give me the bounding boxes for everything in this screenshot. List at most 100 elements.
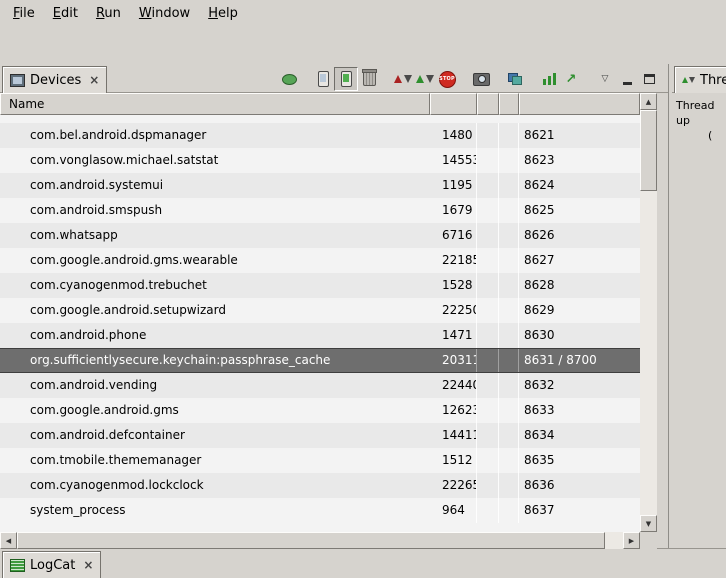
ddms-window: FileEditRunWindowHelp Devices × STOP ↗ ▽ N… [0, 0, 726, 577]
process-table: Name com.bel.android.dspmanager14808621c… [0, 93, 668, 549]
menu-help[interactable]: Help [199, 2, 247, 25]
col-spacer [477, 473, 499, 498]
debug-process-icon[interactable] [278, 68, 300, 90]
tab-threads[interactable]: Threads [674, 66, 726, 93]
process-name: com.google.android.gms.wearable [0, 248, 430, 273]
menu-run[interactable]: Run [87, 2, 130, 25]
vertical-scrollbar[interactable]: ▲ ▼ [640, 93, 657, 532]
column-header-spacer[interactable] [477, 93, 499, 115]
vertical-scrollbar-thumb[interactable] [640, 110, 657, 191]
table-row[interactable]: com.android.smspush16798625 [0, 198, 640, 223]
process-pid: 1195 [430, 173, 477, 198]
horizontal-scrollbar-thumb[interactable] [17, 532, 605, 549]
threads-tabbar: Threads [672, 64, 726, 93]
process-name: com.android.systemui [0, 173, 430, 198]
dump-hprof-icon[interactable] [334, 67, 358, 91]
process-pid: 14411 [430, 423, 477, 448]
col-spacer [499, 398, 519, 423]
cause-gc-icon[interactable] [358, 68, 380, 90]
horizontal-scrollbar[interactable]: ◀ ▶ [0, 532, 640, 549]
table-row[interactable]: org.sufficientlysecure.keychain:passphra… [0, 348, 640, 373]
process-pid: 22185 [430, 248, 477, 273]
update-threads-icon[interactable] [392, 68, 414, 90]
devices-panel: Devices × STOP ↗ ▽ Name com.bel.android.ds… [0, 64, 668, 548]
scroll-down-icon[interactable]: ▼ [640, 515, 657, 532]
column-header-name[interactable]: Name [0, 93, 430, 115]
process-pid: 22440 [430, 373, 477, 398]
table-row[interactable]: system_process9648637 [0, 498, 640, 523]
minimize-icon[interactable] [616, 68, 638, 90]
tab-logcat[interactable]: LogCat × [2, 551, 101, 578]
col-spacer [477, 349, 499, 372]
process-port: 8633 [519, 398, 640, 423]
maximize-icon[interactable] [638, 68, 660, 90]
table-row[interactable]: com.whatsapp67168626 [0, 223, 640, 248]
table-row[interactable]: com.android.vending224408632 [0, 373, 640, 398]
column-header-port[interactable] [519, 93, 640, 115]
scroll-up-icon[interactable]: ▲ [640, 93, 657, 110]
table-row[interactable]: com.android.defcontainer144118634 [0, 423, 640, 448]
process-pid: 1480 [430, 123, 477, 148]
process-port: 8636 [519, 473, 640, 498]
process-port: 8634 [519, 423, 640, 448]
process-name: com.vonglasow.michael.satstat [0, 148, 430, 173]
menu-file[interactable]: File [4, 2, 44, 25]
process-pid: 22265 [430, 473, 477, 498]
table-row[interactable]: com.android.phone14718630 [0, 323, 640, 348]
stop-process-icon[interactable]: STOP [436, 68, 458, 90]
col-spacer [477, 148, 499, 173]
process-port: 8637 [519, 498, 640, 523]
process-pid: 1528 [430, 273, 477, 298]
scroll-left-icon[interactable]: ◀ [0, 532, 17, 549]
process-pid: 20311 [430, 349, 477, 372]
col-spacer [499, 373, 519, 398]
column-header-pid[interactable] [430, 93, 477, 115]
table-row[interactable]: com.android.systemui11958624 [0, 173, 640, 198]
process-pid: 12623 [430, 398, 477, 423]
scroll-right-icon[interactable]: ▶ [623, 532, 640, 549]
table-row[interactable]: com.cyanogenmod.lockclock222658636 [0, 473, 640, 498]
update-heap-icon[interactable] [312, 68, 334, 90]
col-spacer [499, 148, 519, 173]
screen-capture-icon[interactable] [470, 68, 492, 90]
start-profiling-icon[interactable] [414, 68, 436, 90]
devices-tab-label: Devices [30, 73, 81, 88]
table-row[interactable]: com.cyanogenmod.trebuchet1528 8628 [0, 273, 640, 298]
table-row[interactable]: com.vonglasow.michael.satstat145538623 [0, 148, 640, 173]
menu-window[interactable]: Window [130, 2, 199, 25]
process-port: 8628 [519, 273, 640, 298]
col-spacer [477, 248, 499, 273]
close-icon[interactable]: × [83, 558, 93, 572]
table-row[interactable]: com.google.android.gms126238633 [0, 398, 640, 423]
col-spacer [477, 323, 499, 348]
tab-devices[interactable]: Devices × [2, 66, 107, 93]
col-spacer [499, 248, 519, 273]
table-row[interactable]: com.google.android.gms.wearable221858627 [0, 248, 640, 273]
col-spacer [499, 498, 519, 523]
col-spacer [477, 373, 499, 398]
process-port: 8635 [519, 448, 640, 473]
column-header-spacer[interactable] [499, 93, 519, 115]
sysinfo-icon[interactable] [538, 68, 560, 90]
process-port: 8629 [519, 298, 640, 323]
process-pid: 1471 [430, 323, 477, 348]
process-pid: 14553 [430, 148, 477, 173]
col-spacer [499, 223, 519, 248]
menu-edit[interactable]: Edit [44, 2, 87, 25]
network-stats-icon[interactable]: ↗ [560, 68, 582, 90]
table-row[interactable]: com.tmobile.thememanager15128635 [0, 448, 640, 473]
table-row[interactable]: com.google.android.setupwizard222508629 [0, 298, 640, 323]
table-row[interactable]: com.bel.android.dspmanager14808621 [0, 123, 640, 148]
dump-view-hierarchy-icon[interactable] [504, 68, 526, 90]
col-spacer [499, 173, 519, 198]
col-spacer [477, 273, 499, 298]
process-name: com.android.phone [0, 323, 430, 348]
view-menu-icon[interactable]: ▽ [594, 68, 616, 90]
col-spacer [499, 273, 519, 298]
process-pid: 6716 [430, 223, 477, 248]
col-spacer [499, 198, 519, 223]
menubar: FileEditRunWindowHelp [0, 0, 726, 26]
devices-toolbar: STOP ↗ ▽ [278, 67, 660, 91]
close-icon[interactable]: × [89, 73, 99, 87]
process-name: com.cyanogenmod.trebuchet [0, 273, 430, 298]
